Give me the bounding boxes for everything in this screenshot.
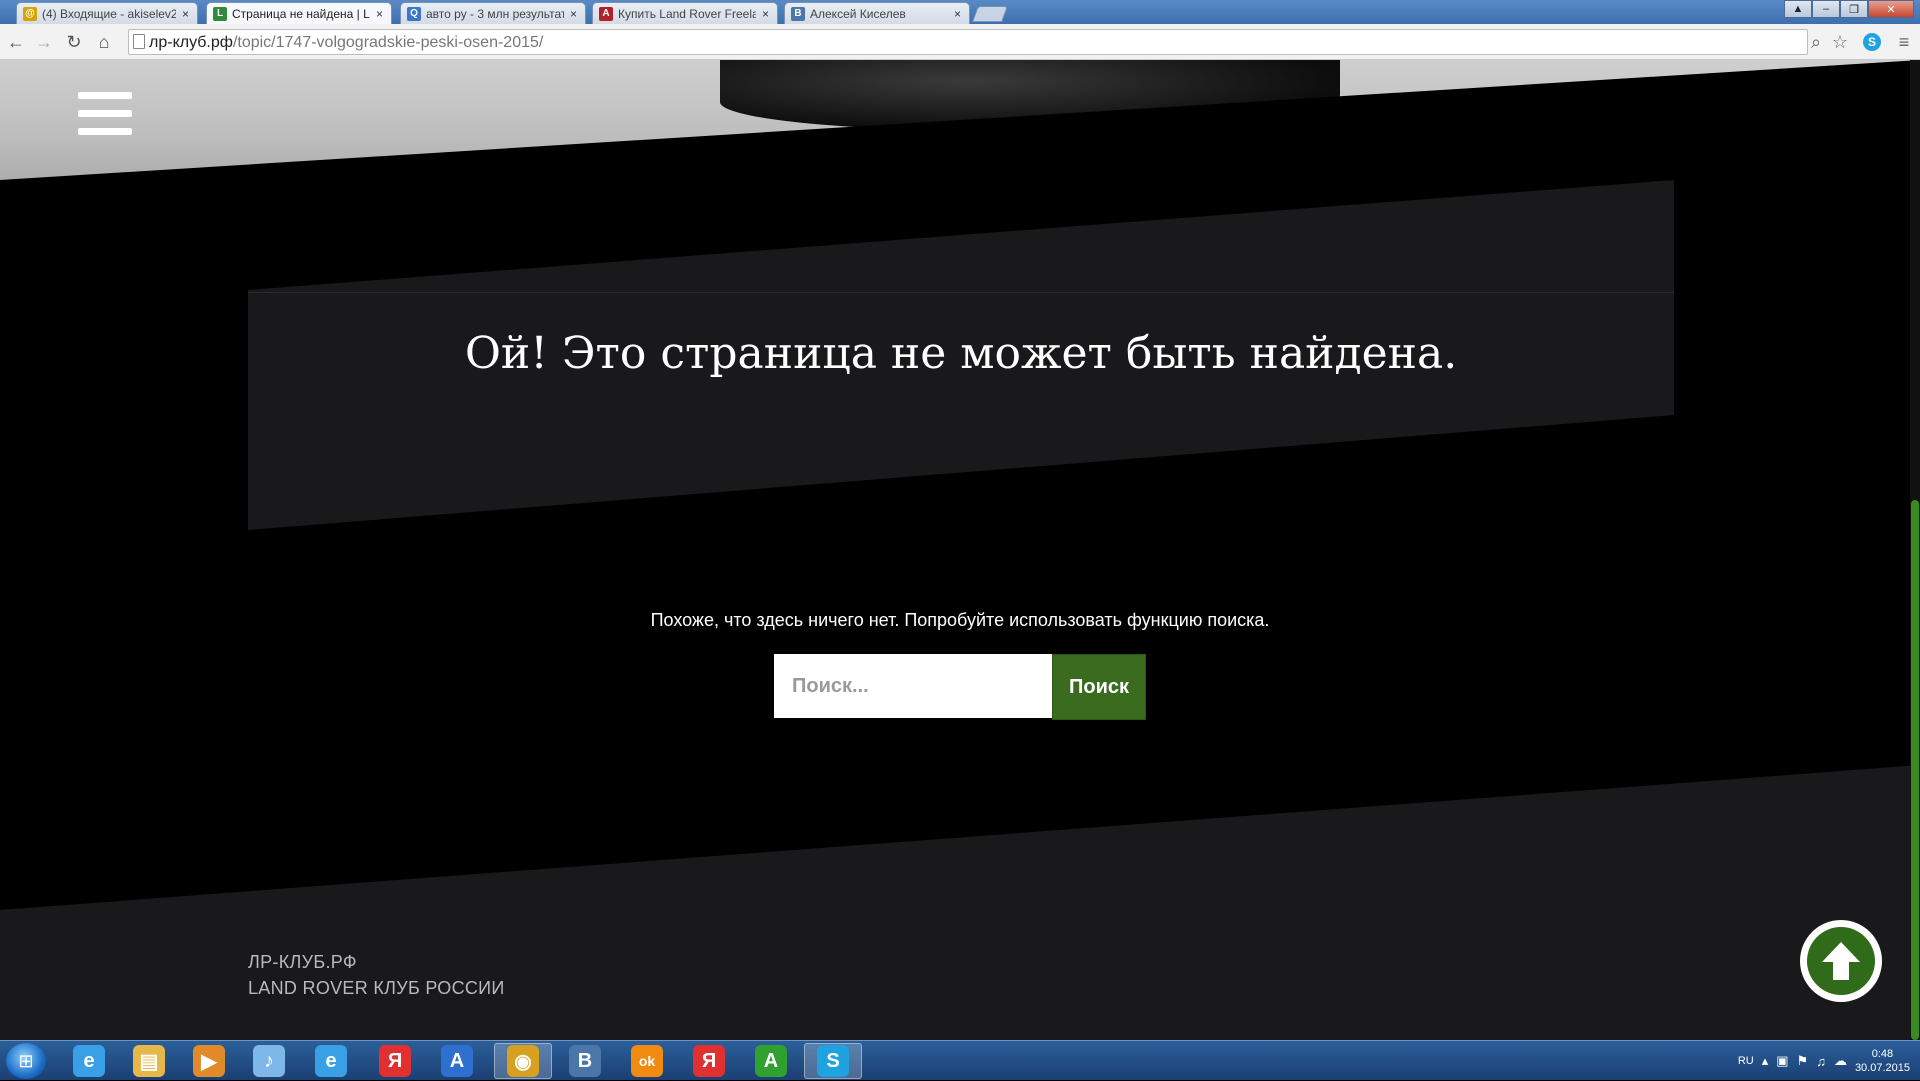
tab-favicon-icon: B [791,6,805,21]
clock[interactable]: 0:48 30.07.2015 [1855,1047,1910,1075]
arrow-up-icon [1807,927,1875,995]
page-title: Ой! Это страница не может быть найдена. [464,328,1458,379]
cloud-sync-icon[interactable]: ☁ [1834,1053,1847,1069]
tab-label: Купить Land Rover Freelander [618,6,756,21]
taskbar: ⊞ e ▤ ▶ ♪ e Я A ◉ Вok Я A S RU ▴ ▣ ⚑ ♫ ☁ 0:48 30.07… [0,1040,1920,1080]
search-form: Поиск [774,654,1146,720]
clock-date: 30.07.2015 [1854,1062,1910,1074]
window-controls: ▲ – ❐ ✕ [1784,0,1914,18]
tab-favicon-icon: @ [23,6,37,21]
user-icon[interactable]: ▲ [1784,0,1812,18]
close-window-button[interactable]: ✕ [1868,0,1914,18]
media-player-icon-glyph: ▶ [193,1045,225,1077]
yandex-browser-icon-glyph: Я [379,1045,411,1077]
sound-icon[interactable]: ♪ [240,1043,298,1079]
tray-expand-icon[interactable]: ▴ [1762,1053,1769,1069]
tab-close-icon[interactable]: × [570,7,577,21]
tab-favicon-icon: A [599,6,613,21]
menu-icon[interactable]: ≡ [1892,30,1916,54]
app-a-icon-glyph: A [441,1045,473,1077]
tab-favicon-icon: Q [407,6,421,21]
tab-page-not-found[interactable]: L Страница не найдена | Land × [206,2,392,24]
skype-icon[interactable]: S [804,1043,862,1079]
tab-close-icon[interactable]: × [182,7,189,21]
action-center-flag-icon[interactable]: ⚑ [1797,1053,1809,1069]
odnoklassniki-icon[interactable]: ok [618,1043,676,1079]
footer-tagline: LAND ROVER КЛУБ РОССИИ [248,978,505,998]
page-icon [133,34,145,49]
tab-label: (4) Входящие - akiselev29 [42,6,176,21]
app-green-a-icon[interactable]: A [742,1043,800,1079]
yandex-icon[interactable]: Я [680,1043,738,1079]
app-green-a-icon-glyph: A [755,1045,787,1077]
new-tab-button[interactable] [972,6,1008,22]
vk-icon[interactable]: В [556,1043,614,1079]
search-button[interactable]: Поиск [1052,654,1146,720]
scrollbar-thumb[interactable] [1911,500,1919,1040]
maximize-button[interactable]: ❐ [1840,0,1868,18]
tab-close-icon[interactable]: × [376,7,383,21]
address-url: лр-клуб.рф/topic/1747-volgogradskie-pesk… [149,34,544,51]
tab-label: Алексей Киселев [810,6,906,21]
forward-arrow-icon[interactable]: → [32,30,56,54]
address-bar[interactable]: лр-клуб.рф/topic/1747-volgogradskie-pesk… [128,29,1808,55]
network-icon[interactable]: ▣ [1776,1053,1788,1069]
tab-profile[interactable]: B Алексей Киселев × [784,2,970,24]
clock-time: 0:48 [1871,1048,1894,1060]
sound-icon-glyph: ♪ [253,1045,285,1077]
divider [248,292,1674,293]
back-arrow-icon[interactable]: ← [4,30,28,54]
menu-hamburger-icon[interactable] [78,92,132,136]
chrome-icon-glyph: ◉ [507,1045,539,1077]
bookmark-star-icon[interactable]: ☆ [1828,30,1852,54]
browser-toolbar: ← → ↻ ⌂ лр-клуб.рф/topic/1747-volgograds… [0,24,1920,60]
ie-icon-glyph: e [73,1045,105,1077]
not-found-message: Похоже, что здесь ничего нет. Попробуйте… [650,610,1270,630]
ie-icon[interactable]: e [60,1043,118,1079]
zoom-icon[interactable]: ⌕ [1806,30,1826,54]
vk-icon-glyph: В [569,1045,601,1077]
media-player-icon[interactable]: ▶ [180,1043,238,1079]
tab-close-icon[interactable]: × [954,7,961,21]
tab-inbox[interactable]: @ (4) Входящие - akiselev29 × [16,2,198,24]
search-input[interactable] [774,654,1052,718]
ie-icon-2[interactable]: e [302,1043,360,1079]
explorer-icon-glyph: ▤ [133,1045,165,1077]
start-button[interactable]: ⊞ [6,1043,46,1079]
minimize-button[interactable]: – [1812,0,1840,18]
explorer-icon[interactable]: ▤ [120,1043,178,1079]
system-tray: RU ▴ ▣ ⚑ ♫ ☁ 0:48 30.07.2015 [1738,1041,1910,1081]
tab-label: авто ру - 3 млн результатов [426,6,564,21]
browser-tab-bar: @ (4) Входящие - akiselev29 × L Страница… [0,0,1920,24]
chrome-icon[interactable]: ◉ [494,1043,552,1079]
yandex-icon-glyph: Я [693,1045,725,1077]
footer-site-name: ЛР-КЛУБ.РФ [248,952,357,972]
tab-label: Страница не найдена | Land [232,6,370,21]
odnoklassniki-icon-glyph: ok [631,1045,663,1077]
ie-icon-2-glyph: e [315,1045,347,1077]
skype-icon-glyph: S [817,1045,849,1077]
tab-search-results[interactable]: Q авто ру - 3 млн результатов × [400,2,586,24]
tab-favicon-icon: L [213,6,227,21]
scroll-to-top-button[interactable] [1800,920,1882,1002]
app-a-icon[interactable]: A [428,1043,486,1079]
home-icon[interactable]: ⌂ [92,30,116,54]
page: Ой! Это страница не может быть найдена. … [0,60,1920,1040]
volume-icon[interactable]: ♫ [1816,1054,1826,1069]
yandex-browser-icon[interactable]: Я [366,1043,424,1079]
tab-buy-land-rover[interactable]: A Купить Land Rover Freelander × [592,2,778,24]
language-indicator[interactable]: RU [1738,1055,1754,1067]
reload-icon[interactable]: ↻ [62,30,86,54]
skype-extension-icon[interactable]: S [1860,30,1884,54]
tab-close-icon[interactable]: × [762,7,769,21]
